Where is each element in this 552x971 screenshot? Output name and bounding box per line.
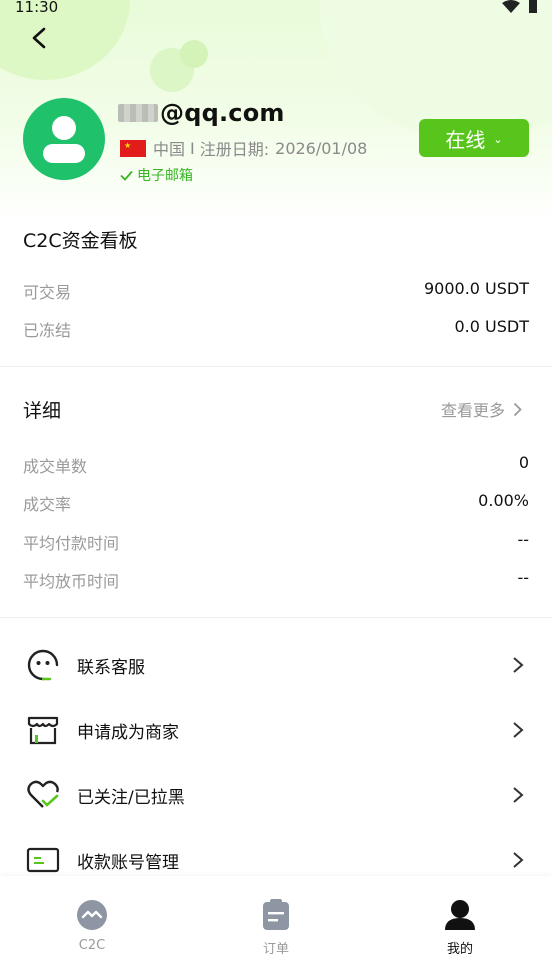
menu-item-customer-service[interactable]: 联系客服 — [0, 633, 552, 697]
register-label: 注册日期: — [199, 140, 270, 159]
view-more-label: 查看更多 — [440, 401, 505, 420]
details-row-label: 成交率 — [23, 495, 72, 514]
menu-item-follow-block[interactable]: 已关注/已拉黑 — [0, 763, 552, 827]
details-row-label: 平均放币时间 — [23, 572, 120, 591]
tab-label: 我的 — [446, 942, 473, 957]
check-icon — [120, 170, 133, 181]
meta-separator: I — [190, 138, 195, 158]
email-text: @qq.com — [160, 99, 285, 127]
email-mask — [118, 104, 158, 122]
wifi-icon — [502, 0, 520, 13]
details-row-value: 0.00% — [478, 491, 529, 510]
battery-icon — [529, 0, 537, 13]
user-email: @qq.com — [118, 98, 285, 128]
tab-c2c[interactable]: C2C — [0, 876, 184, 971]
funds-title: C2C资金看板 — [23, 230, 138, 252]
email-verified-badge: 电子邮箱 — [120, 165, 193, 185]
register-date: 2026/01/08 — [275, 138, 368, 158]
status-icons — [502, 0, 538, 14]
bottom-tab-bar: C2C 订单 我的 — [0, 876, 552, 971]
orders-icon — [259, 898, 293, 932]
online-status-button[interactable]: 在线 ⌄ — [419, 119, 529, 157]
funds-row-value: 0.0 USDT — [454, 317, 530, 336]
details-title: 详细 — [23, 400, 62, 422]
funds-row-label: 已冻结 — [23, 321, 72, 340]
divider — [0, 366, 552, 367]
menu-label: 收款账号管理 — [77, 853, 179, 873]
details-row-value: 0 — [518, 453, 529, 472]
china-flag-icon: ★ — [120, 139, 146, 157]
user-icon — [43, 116, 85, 163]
avatar — [23, 98, 105, 180]
store-icon — [27, 716, 59, 745]
chevron-right-icon — [513, 657, 524, 673]
tab-mine[interactable]: 我的 — [368, 876, 552, 971]
menu-label: 联系客服 — [77, 658, 145, 678]
details-row-label: 成交单数 — [23, 457, 88, 476]
funds-row-label: 可交易 — [23, 283, 72, 302]
user-meta: ★ 中国 I 注册日期: 2026/01/08 — [120, 136, 367, 160]
status-time: 11:30 — [15, 0, 59, 16]
back-icon[interactable] — [28, 26, 52, 50]
details-row-label: 平均付款时间 — [23, 534, 120, 553]
customer-service-icon — [27, 649, 59, 681]
menu-item-apply-merchant[interactable]: 申请成为商家 — [0, 698, 552, 762]
tab-label: C2C — [78, 938, 106, 953]
tab-orders[interactable]: 订单 — [184, 876, 368, 971]
menu-label: 申请成为商家 — [77, 723, 179, 743]
menu-label: 已关注/已拉黑 — [77, 788, 185, 808]
funds-row-value: 9000.0 USDT — [423, 279, 529, 298]
heart-check-icon — [27, 780, 59, 808]
details-row-value: -- — [517, 530, 529, 549]
divider — [0, 617, 552, 618]
chevron-right-icon — [513, 787, 524, 803]
chevron-right-icon — [513, 852, 524, 868]
details-row-value: -- — [517, 568, 529, 587]
decor-circle — [180, 40, 208, 68]
chevron-down-icon: ⌄ — [493, 132, 503, 146]
chevron-right-icon — [513, 722, 524, 738]
profile-icon — [443, 898, 477, 932]
country-label: 中国 — [153, 140, 186, 159]
tab-label: 订单 — [262, 942, 289, 957]
chevron-right-icon — [513, 402, 522, 416]
c2c-icon — [75, 898, 109, 932]
payment-card-icon — [26, 847, 60, 873]
view-more-link[interactable]: 查看更多 — [441, 397, 522, 421]
online-label: 在线 — [445, 127, 486, 152]
verified-label: 电子邮箱 — [137, 168, 193, 184]
